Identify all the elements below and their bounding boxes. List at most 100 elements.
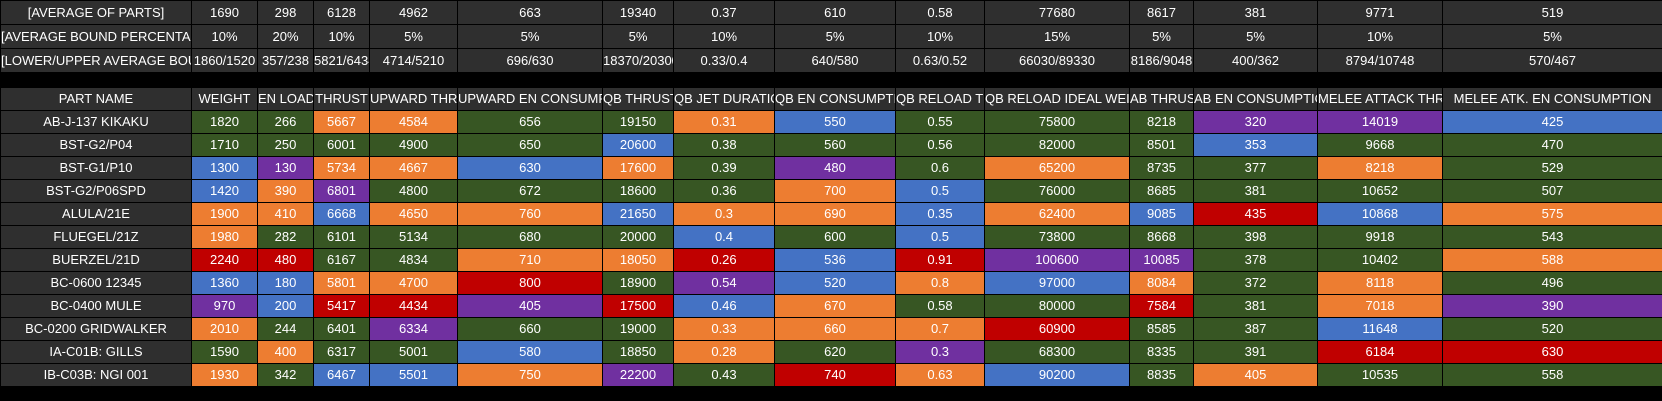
stat-cell: 8218 xyxy=(1317,156,1443,180)
spacer-section xyxy=(0,72,1662,88)
stat-cell: 8501 xyxy=(1129,133,1194,157)
summary-value: 4962 xyxy=(369,0,458,25)
stat-cell: 387 xyxy=(1193,317,1318,341)
stat-cell: 0.3 xyxy=(673,202,775,226)
summary-value: 10% xyxy=(191,24,258,49)
table-row: BC-0400 MULE 970 200 5417 4434 405 17500 0.46 67… xyxy=(0,294,1662,318)
summary-value: 20% xyxy=(257,24,314,49)
stat-cell: 5667 xyxy=(313,110,370,134)
summary-value: 8794/10748 xyxy=(1317,48,1443,73)
summary-value: 77680 xyxy=(984,0,1130,25)
summary-value: 0.63/0.52 xyxy=(895,48,985,73)
stat-cell: 4900 xyxy=(369,133,458,157)
stat-cell: 0.4 xyxy=(673,225,775,249)
stat-cell: 470 xyxy=(1442,133,1662,157)
stat-cell: 0.58 xyxy=(895,294,985,318)
summary-value: 5821/6434 xyxy=(313,48,370,73)
stat-cell: 0.31 xyxy=(673,110,775,134)
part-name-cell: BST-G2/P04 xyxy=(0,133,192,157)
stat-cell: 4667 xyxy=(369,156,458,180)
stat-cell: 9085 xyxy=(1129,202,1194,226)
part-name-cell: AB-J-137 KIKAKU xyxy=(0,110,192,134)
stat-cell: 1900 xyxy=(191,202,258,226)
stat-cell: 800 xyxy=(457,271,603,295)
summary-value: 610 xyxy=(774,0,896,25)
summary-value: 5% xyxy=(1129,24,1194,49)
summary-value: 4714/5210 xyxy=(369,48,458,73)
part-name-cell: IA-C01B: GILLS xyxy=(0,340,192,364)
stat-cell: 76000 xyxy=(984,179,1130,203)
column-header: QB RELOAD TIME xyxy=(895,87,985,111)
stat-cell: 630 xyxy=(457,156,603,180)
stat-cell: 5134 xyxy=(369,225,458,249)
summary-value: 5% xyxy=(369,24,458,49)
stat-cell: 18850 xyxy=(602,340,674,364)
stat-cell: 410 xyxy=(257,202,314,226)
stat-cell: 65200 xyxy=(984,156,1130,180)
stat-cell: 8585 xyxy=(1129,317,1194,341)
stat-cell: 700 xyxy=(774,179,896,203)
stat-cell: 580 xyxy=(457,340,603,364)
stat-cell: 405 xyxy=(1193,363,1318,387)
column-header: AB EN CONSUMPTION xyxy=(1193,87,1318,111)
stat-cell: 244 xyxy=(257,317,314,341)
stat-cell: 0.46 xyxy=(673,294,775,318)
summary-value: 570/467 xyxy=(1442,48,1662,73)
stat-cell: 4834 xyxy=(369,248,458,272)
column-header: UPWARD EN CONSUMPTION xyxy=(457,87,603,111)
stat-cell: 507 xyxy=(1442,179,1662,203)
stat-cell: 0.35 xyxy=(895,202,985,226)
summary-value: 10% xyxy=(1317,24,1443,49)
stat-cell: 20600 xyxy=(602,133,674,157)
stat-cell: 266 xyxy=(257,110,314,134)
stat-cell: 630 xyxy=(1442,340,1662,364)
summary-value: 1860/1520 xyxy=(191,48,258,73)
summary-value: 15% xyxy=(984,24,1130,49)
stat-cell: 710 xyxy=(457,248,603,272)
stat-cell: 5801 xyxy=(313,271,370,295)
part-name-cell: BST-G1/P10 xyxy=(0,156,192,180)
stat-cell: 480 xyxy=(257,248,314,272)
stat-cell: 398 xyxy=(1193,225,1318,249)
stat-cell: 480 xyxy=(774,156,896,180)
stat-cell: 0.54 xyxy=(673,271,775,295)
stat-cell: 6184 xyxy=(1317,340,1443,364)
table-row: BST-G1/P10 1300 130 5734 4667 630 17600 0.39 480… xyxy=(0,156,1662,180)
stat-cell: 130 xyxy=(257,156,314,180)
summary-value: 381 xyxy=(1193,0,1318,25)
summary-value: 298 xyxy=(257,0,314,25)
part-name-cell: BC-0400 MULE xyxy=(0,294,192,318)
summary-value: 663 xyxy=(457,0,603,25)
column-header: AB THRUST xyxy=(1129,87,1194,111)
stat-cell: 600 xyxy=(774,225,896,249)
stat-cell: 14019 xyxy=(1317,110,1443,134)
stat-cell: 0.5 xyxy=(895,179,985,203)
stat-cell: 0.6 xyxy=(895,156,985,180)
stat-cell: 558 xyxy=(1442,363,1662,387)
stat-cell: 9918 xyxy=(1317,225,1443,249)
stat-cell: 19000 xyxy=(602,317,674,341)
stat-cell: 381 xyxy=(1193,294,1318,318)
stat-cell: 18050 xyxy=(602,248,674,272)
stat-cell: 0.63 xyxy=(895,363,985,387)
column-header: THRUST xyxy=(313,87,370,111)
stat-cell: 73800 xyxy=(984,225,1130,249)
stat-cell: 180 xyxy=(257,271,314,295)
stat-cell: 1300 xyxy=(191,156,258,180)
summary-value: 400/362 xyxy=(1193,48,1318,73)
stat-cell: 17500 xyxy=(602,294,674,318)
summary-value: 1690 xyxy=(191,0,258,25)
stat-cell: 4700 xyxy=(369,271,458,295)
stat-cell: 1710 xyxy=(191,133,258,157)
summary-value: 5% xyxy=(602,24,674,49)
stat-cell: 0.5 xyxy=(895,225,985,249)
stat-cell: 5734 xyxy=(313,156,370,180)
stat-cell: 1420 xyxy=(191,179,258,203)
summary-value: 8617 xyxy=(1129,0,1194,25)
stat-cell: 80000 xyxy=(984,294,1130,318)
stat-cell: 1820 xyxy=(191,110,258,134)
stat-cell: 8735 xyxy=(1129,156,1194,180)
stat-cell: 342 xyxy=(257,363,314,387)
stat-cell: 970 xyxy=(191,294,258,318)
stat-cell: 588 xyxy=(1442,248,1662,272)
